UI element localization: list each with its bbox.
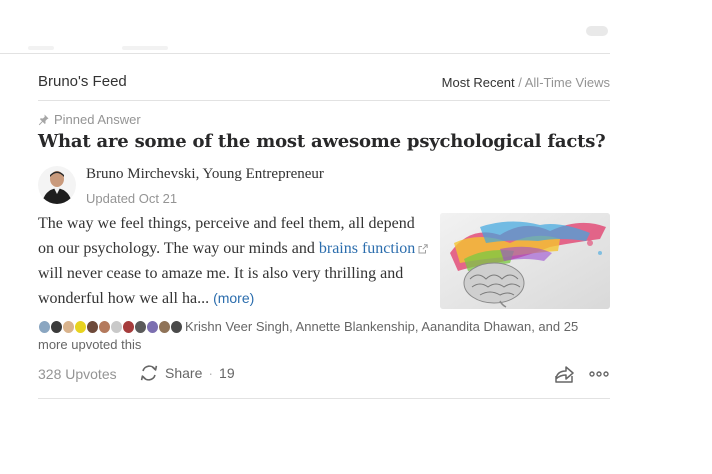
- author-photo: [38, 166, 76, 204]
- share-label: Share: [165, 365, 203, 381]
- pinned-text: Pinned Answer: [54, 112, 141, 127]
- action-bar: 328 Upvotes Share · 19: [38, 363, 610, 385]
- updated-date[interactable]: Updated Oct 21: [86, 191, 177, 206]
- separator-dot: ·: [208, 365, 214, 381]
- more-dots-icon[interactable]: [588, 363, 610, 385]
- answer-thumbnail[interactable]: [440, 213, 610, 309]
- external-link-icon: [418, 244, 428, 254]
- author-name[interactable]: Bruno Mirchevski, Young Entrepreneur: [86, 166, 324, 183]
- sort-separator: /: [514, 75, 525, 90]
- upvoters-line: Krishn Veer Singh, Annette Blankenship, …: [38, 318, 610, 354]
- avatar: [170, 320, 183, 334]
- sort-options: Most Recent / All-Time Views: [442, 75, 610, 90]
- share-arrow-icon[interactable]: [553, 363, 575, 385]
- question-title[interactable]: What are some of the most awesome psycho…: [38, 131, 606, 152]
- divider: [38, 100, 610, 101]
- share-count: 19: [219, 365, 235, 381]
- pin-icon: [38, 114, 49, 125]
- sort-most-recent[interactable]: Most Recent: [442, 75, 515, 90]
- blurred-nav-element: [28, 46, 54, 50]
- upvote-button[interactable]: 328 Upvotes: [38, 366, 117, 382]
- share-cycle-icon: [140, 365, 158, 381]
- divider: [38, 398, 610, 399]
- share-button[interactable]: Share · 19: [139, 363, 235, 383]
- brain-splash-image: [440, 213, 610, 309]
- feed-title: Bruno's Feed: [38, 73, 127, 90]
- sort-all-time-views[interactable]: All-Time Views: [525, 75, 610, 90]
- avatar[interactable]: [38, 166, 76, 204]
- more-link[interactable]: (more): [213, 290, 254, 306]
- brains-function-link[interactable]: brains function: [319, 240, 415, 257]
- pinned-label: Pinned Answer: [38, 112, 141, 127]
- blurred-nav-element: [586, 26, 608, 36]
- upvoter-avatars[interactable]: [38, 320, 183, 334]
- top-bar: [0, 0, 610, 54]
- answer-text[interactable]: The way we feel things, perceive and fee…: [38, 212, 433, 312]
- blurred-nav-element: [122, 46, 168, 50]
